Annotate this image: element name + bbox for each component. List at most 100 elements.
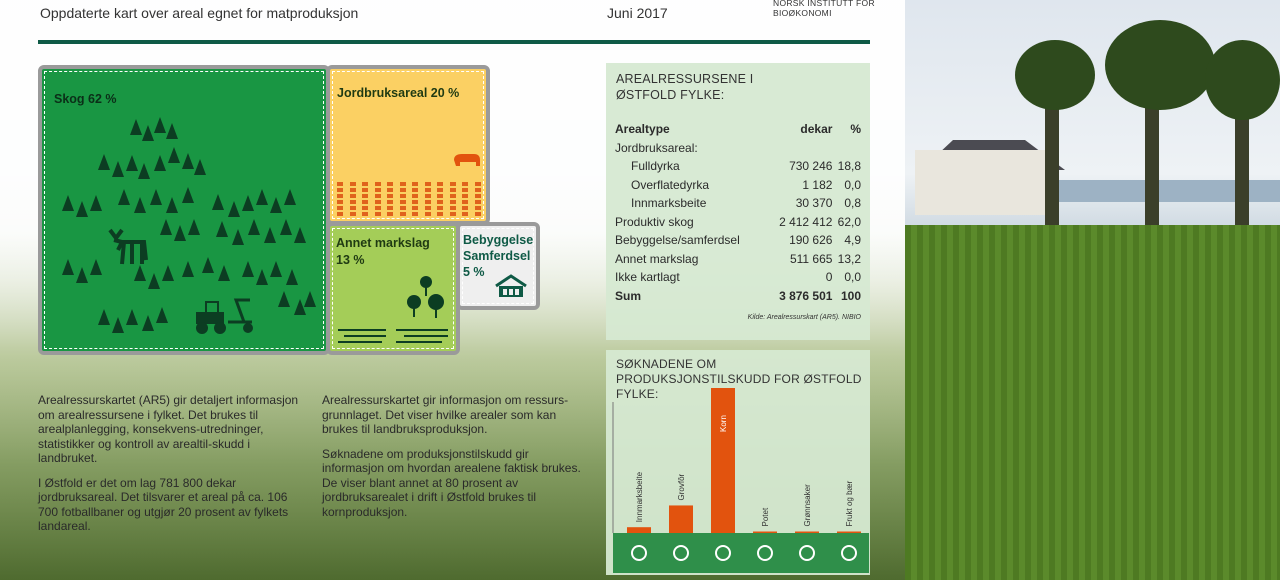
- spruce-tree-icon: [142, 315, 154, 331]
- table-cell: Annet markslag: [615, 251, 699, 266]
- spruce-tree-icon: [134, 197, 146, 213]
- table-cell: 3 876 501: [779, 288, 833, 303]
- nibio-logo: NORSK INSTITUTT FOR BIOØKONOMI: [773, 0, 875, 18]
- table-cell: 730 246: [789, 159, 833, 174]
- built-up-box: Bebyggelse Samferdsel 5 %: [456, 222, 540, 310]
- spruce-tree-icon: [156, 307, 168, 323]
- table-source: Kilde: Arealressurskart (AR5). NIBIO: [747, 314, 861, 321]
- paragraph: Arealressurskartet gir informasjon om re…: [322, 393, 569, 436]
- spruce-tree-icon: [256, 269, 268, 285]
- table-row: Annet markslag 511 665 13,2: [615, 250, 861, 269]
- text-column-2: Arealressurskartet gir informasjon om re…: [322, 393, 584, 529]
- spruce-tree-icon: [142, 125, 154, 141]
- table-row: Innmarksbeite 30 370 0,8: [615, 194, 861, 213]
- wheat-icon: [387, 182, 393, 216]
- logo-line-2: BIOØKONOMI: [773, 8, 832, 18]
- wheat-icon: [349, 182, 356, 216]
- paragraph: Søknadene om produksjonstilskudd gir inf…: [322, 446, 581, 519]
- other-land-box: Annet markslag 13 %: [326, 222, 460, 355]
- table-cell: Innmarksbeite: [631, 196, 707, 211]
- spruce-tree-icon: [264, 227, 276, 243]
- table-cell: 511 665: [789, 251, 833, 266]
- tractor-icon: [196, 298, 253, 334]
- table-cell: 18,8: [837, 159, 861, 174]
- spruce-tree-icon: [270, 197, 282, 213]
- spruce-tree-icon: [98, 309, 110, 325]
- house: [915, 150, 1055, 215]
- other-land-percent: 13 %: [336, 253, 365, 267]
- field: [905, 225, 1280, 580]
- wheat-icon: [462, 182, 468, 216]
- table-row: Ikke kartlagt 0 0,0: [615, 268, 861, 287]
- spruce-tree-icon: [126, 309, 138, 325]
- agriculture-box: Jordbruksareal 20 %: [326, 65, 490, 225]
- spruce-tree-icon: [130, 119, 142, 135]
- spruce-tree-icon: [270, 261, 282, 277]
- category-label: Potet: [761, 507, 770, 526]
- spruce-tree-icon: [280, 219, 292, 235]
- table-cell: Sum: [615, 288, 642, 303]
- paragraph: I Østfold er det om lag 781 800 dekar jo…: [38, 475, 289, 534]
- deciduous-trees-icon: [407, 276, 444, 318]
- spruce-tree-icon: [242, 261, 254, 277]
- text-column-1: Arealressurskartet (AR5) gir detaljert i…: [38, 393, 300, 544]
- bar-korn: [711, 388, 735, 533]
- table-cell: Ikke kartlagt: [615, 270, 680, 285]
- spruce-tree-icon: [148, 273, 160, 289]
- table-cell: 0,8: [844, 196, 861, 211]
- spruce-tree-icon: [112, 161, 124, 177]
- spruce-tree-icon: [174, 225, 186, 241]
- spruce-tree-icon: [62, 195, 74, 211]
- table-row: Jordbruksareal:: [615, 139, 861, 158]
- table-cell: 4,9: [844, 233, 861, 248]
- spruce-tree-icon: [168, 147, 180, 163]
- wheat-icon: [374, 182, 381, 216]
- spruce-tree-icon: [154, 117, 166, 133]
- table-cell: 62,0: [837, 214, 861, 229]
- other-land-label: Annet markslag: [336, 236, 430, 250]
- column-header: dekar: [800, 122, 833, 137]
- spruce-tree-icon: [286, 269, 298, 285]
- column-header: %: [850, 122, 861, 137]
- spruce-tree-icon: [76, 267, 88, 283]
- category-label: Frukt og bær: [845, 480, 854, 526]
- spruce-tree-icon: [138, 163, 150, 179]
- spruce-tree-icon: [182, 187, 194, 203]
- spruce-tree-icon: [150, 189, 162, 205]
- spruce-tree-icon: [182, 153, 194, 169]
- built-up-percent: 5 %: [463, 265, 485, 279]
- table-row: Sum 3 876 501 100: [615, 287, 861, 306]
- table-cell: 190 626: [789, 233, 833, 248]
- pig-icon: [454, 154, 480, 166]
- paragraph: Arealressurskartet (AR5) gir detaljert i…: [38, 393, 299, 465]
- wheat-icon: [474, 182, 481, 216]
- spruce-tree-icon: [304, 291, 316, 307]
- spruce-tree-icon: [166, 123, 178, 139]
- spruce-tree-icon: [162, 265, 174, 281]
- table-cell: [832, 139, 861, 158]
- built-up-label-2: Samferdsel: [463, 249, 531, 263]
- spruce-tree-icon: [90, 195, 102, 211]
- table-cell: Overflatedyrka: [631, 177, 710, 192]
- spruce-tree-icon: [98, 154, 110, 170]
- spruce-tree-icon: [278, 291, 290, 307]
- logo-line-1: NORSK INSTITUTT FOR: [773, 0, 875, 8]
- wheat-icon: [449, 182, 456, 216]
- table-title-line-1: AREALRESSURSENE I: [616, 72, 754, 86]
- table-cell: Jordbruksareal:: [615, 140, 698, 155]
- table-row: Produktiv skog 2 412 412 62,0: [615, 213, 861, 232]
- table-cell: 13,2: [837, 251, 861, 266]
- table-row: Fulldyrka 730 246 18,8: [615, 157, 861, 176]
- built-up-label-1: Bebyggelse: [463, 233, 534, 247]
- spruce-tree-icon: [194, 159, 206, 175]
- wheat-icon: [412, 182, 418, 216]
- bar-grovf-r: [669, 505, 693, 533]
- tree-crown: [1015, 40, 1095, 110]
- spruce-tree-icon: [118, 189, 130, 205]
- spruce-tree-icon: [256, 189, 268, 205]
- table-cell: 0,0: [844, 177, 861, 192]
- background-photo: [905, 0, 1280, 580]
- spruce-tree-icon: [294, 227, 306, 243]
- marsh-icon: [338, 329, 448, 343]
- tree-crown: [1105, 20, 1215, 110]
